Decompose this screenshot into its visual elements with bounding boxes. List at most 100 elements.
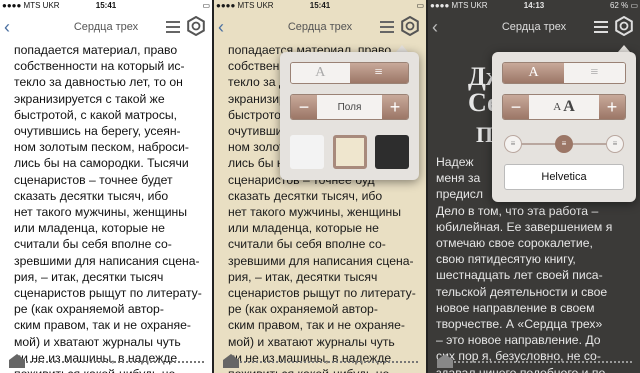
increase-margins-button[interactable]: + <box>382 95 408 119</box>
text-line: экранизируется с такой же <box>14 91 165 106</box>
clock: 15:41 <box>309 1 331 10</box>
text-line: новое направление в своем <box>436 300 595 315</box>
margins-label: Поля <box>317 95 382 119</box>
reader-screen-dark: ●●●● MTS UKR 14:13 62 % ▭ ‹ Сердца трех … <box>428 0 640 373</box>
large-a-label: A <box>563 98 575 115</box>
text-line: мой) и хватают журналы чуть <box>14 334 181 349</box>
page-progress[interactable] <box>454 361 632 363</box>
battery-icon: ▭ <box>416 1 424 10</box>
text-line: рия, – итак, десятки тысяч <box>228 269 378 284</box>
text-line: рия, – итак, десятки тысяч <box>14 269 164 284</box>
status-bar: ●●●● MTS UKR 15:41 ▭ <box>0 0 212 11</box>
text-line: быстротой, с какой матросы, <box>14 107 178 122</box>
text-line: сценаристов рыщут по литерату- <box>228 286 416 301</box>
settings-popover: A ≡ − A A + ≡ ≡ ≡ Helvetica <box>492 52 636 202</box>
popover-arrow <box>618 45 630 52</box>
text-line: очутившись на берегу, усеян- <box>14 124 181 139</box>
serif-option[interactable]: A <box>291 63 350 83</box>
font-family-selector[interactable]: Helvetica <box>504 164 624 190</box>
font-size-stepper: − A A + <box>502 94 626 120</box>
nav-bar: ‹ Сердца трех <box>428 12 640 44</box>
book-text: попадается материал, право собственности … <box>14 42 202 373</box>
library-icon[interactable] <box>222 353 240 369</box>
page-footer <box>428 351 640 373</box>
reader-screen-white: ●●●● MTS UKR 15:41 ▭ ‹ Сердца трех попад… <box>0 0 212 373</box>
clock: 14:13 <box>523 1 545 10</box>
settings-popover: A ≡ − Поля + <box>280 52 419 180</box>
book-title: Сердца трех <box>501 21 567 33</box>
text-line: сказать десятки тысяч, ибо <box>228 188 383 203</box>
text-line: зревшими для написания сцена- <box>228 253 414 268</box>
library-icon[interactable] <box>8 353 26 369</box>
theme-sepia-swatch[interactable] <box>332 135 367 169</box>
text-line: ре (как охраняемой автор- <box>14 302 164 317</box>
library-icon[interactable] <box>436 353 454 369</box>
clock: 15:41 <box>95 1 117 10</box>
serif-option[interactable]: A <box>503 63 564 83</box>
text-line: тельской деятельности и свое <box>436 284 608 299</box>
text-line: сценаристов – точнее будет <box>14 172 173 187</box>
layout-segmented-control: A ≡ <box>502 62 626 84</box>
text-line: ном золотым песком, наброси- <box>14 140 189 155</box>
text-line: ским правом, так и не охраняе- <box>228 318 405 333</box>
justify-option[interactable]: ≡ <box>564 63 625 83</box>
text-line: считали бы себя вполне со- <box>228 237 386 252</box>
line-spacing-slider[interactable]: ≡ ≡ ≡ <box>504 134 624 154</box>
spacing-wide-icon[interactable]: ≡ <box>606 135 624 153</box>
text-line: попадается материал, право <box>14 43 178 57</box>
settings-gear-icon[interactable] <box>614 16 634 36</box>
battery-icon: 62 % ▭ <box>609 1 638 10</box>
text-line: свою пятидесятую книгу, <box>436 252 576 267</box>
text-line: юбилейная. Ее завершением я <box>436 219 613 234</box>
menu-icon[interactable] <box>166 21 180 36</box>
text-line: Дело в том, что эта работа – <box>436 203 599 218</box>
menu-icon[interactable] <box>594 21 608 36</box>
settings-gear-icon[interactable] <box>186 16 206 36</box>
text-line: сценаристов рыщут по литерату- <box>14 286 202 301</box>
status-bar: ●●●● MTS UKR 15:41 ▭ <box>214 0 426 11</box>
text-line: отмечаю свое сорокалетие, <box>436 236 593 251</box>
text-line: – это новое направление. До <box>436 333 601 348</box>
theme-white-swatch[interactable] <box>290 135 324 169</box>
text-line: мой) и хватают журналы чуть <box>228 334 395 349</box>
page-progress[interactable] <box>26 361 204 363</box>
settings-gear-icon[interactable] <box>400 16 420 36</box>
text-line: или младенца, которые не <box>14 221 165 236</box>
increase-font-button[interactable]: + <box>599 95 625 119</box>
text-line: творчестве. А «Сердца трех» <box>436 317 603 332</box>
text-line: или младенца, которые не <box>228 221 379 236</box>
spacing-medium-icon[interactable]: ≡ <box>555 135 573 153</box>
theme-dark-swatch[interactable] <box>375 135 409 169</box>
spacing-tight-icon[interactable]: ≡ <box>504 135 522 153</box>
book-title: Сердца трех <box>287 21 353 33</box>
book-title: Сердца трех <box>73 21 139 33</box>
text-line: лись бы на самородки. Тысячи <box>14 156 189 171</box>
reader-screen-sepia: ●●●● MTS UKR 15:41 ▭ ‹ Сердца трех попад… <box>214 0 426 373</box>
text-line: ским правом, так и не охраняе- <box>14 318 191 333</box>
small-a-label: A <box>553 101 562 113</box>
justify-option[interactable]: ≡ <box>349 63 408 83</box>
text-line: ре (как охраняемой автор- <box>228 302 378 317</box>
text-line: текло за давностью лет, то он <box>14 75 183 90</box>
decrease-font-button[interactable]: − <box>503 95 529 119</box>
text-line: зревшими для написания сцена- <box>14 253 200 268</box>
page-footer <box>214 351 426 373</box>
decrease-margins-button[interactable]: − <box>291 95 317 119</box>
nav-bar: ‹ Сердца трех <box>0 12 212 44</box>
text-line: считали бы себя вполне со- <box>14 237 172 252</box>
text-line: сказать десятки тысяч, ибо <box>14 188 169 203</box>
font-size-indicator: A A <box>529 95 599 119</box>
text-line: шестнадцать лет своей писа- <box>436 268 603 283</box>
layout-segmented-control: A ≡ <box>290 62 409 84</box>
battery-icon: ▭ <box>202 1 210 10</box>
status-bar: ●●●● MTS UKR 14:13 62 % ▭ <box>428 0 640 11</box>
page-footer <box>0 351 212 373</box>
text-line: нет такого мужчины, женщины <box>14 205 188 220</box>
theme-swatches <box>290 134 409 170</box>
nav-bar: ‹ Сердца трех <box>214 12 426 44</box>
text-line: нет такого мужчины, женщины <box>228 205 402 220</box>
popover-arrow <box>396 45 408 52</box>
margins-stepper: − Поля + <box>290 94 409 120</box>
menu-icon[interactable] <box>380 21 394 36</box>
page-progress[interactable] <box>240 361 418 363</box>
